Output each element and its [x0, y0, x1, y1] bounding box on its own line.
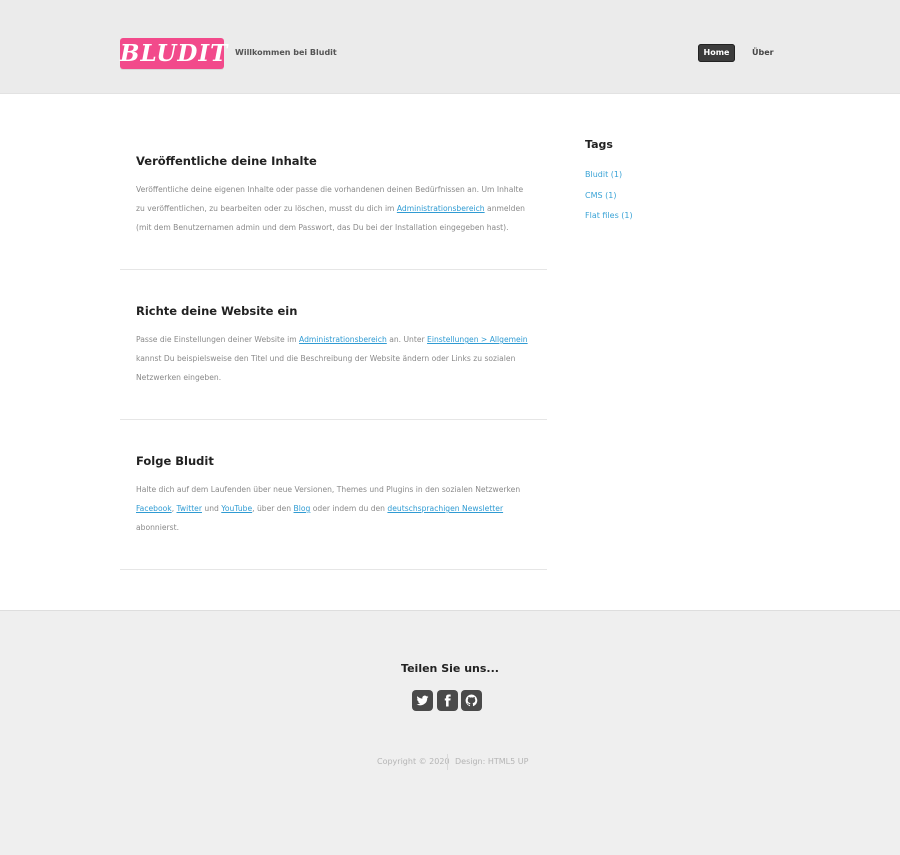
post-text: an. Unter: [386, 335, 428, 344]
post-text: oder indem du den: [310, 504, 388, 513]
post-title[interactable]: Veröffentliche deine Inhalte: [136, 154, 317, 168]
post-setup-website: Richte deine Website ein Passe die Einst…: [120, 304, 547, 420]
blog-link[interactable]: Blog: [294, 504, 311, 513]
post-text: und: [201, 504, 222, 513]
twitter-icon[interactable]: [412, 690, 433, 711]
site-tagline: Willkommen bei Bludit: [235, 48, 337, 57]
post-publish-content: Veröffentliche deine Inhalte Veröffentli…: [120, 154, 547, 270]
github-icon[interactable]: [461, 690, 482, 711]
twitter-link[interactable]: Twitter: [177, 504, 202, 513]
tag-link-flat-files[interactable]: Flat files (1): [585, 211, 633, 220]
post-text: abonnierst.: [136, 523, 179, 532]
share-title: Teilen Sie uns...: [401, 662, 499, 675]
nav-item-about[interactable]: Über: [752, 44, 774, 62]
post-text: kannst Du beispielsweise den Titel und d…: [136, 354, 516, 382]
youtube-link[interactable]: YouTube: [221, 504, 252, 513]
site-header: BLUDIT Willkommen bei Bludit Home Über: [0, 0, 900, 94]
admin-area-link[interactable]: Administrationsbereich: [299, 335, 387, 344]
post-title[interactable]: Folge Bludit: [136, 454, 214, 468]
post-body: Veröffentliche deine eigenen Inhalte ode…: [136, 180, 528, 237]
footer-divider: [447, 754, 448, 770]
post-follow-bludit: Folge Bludit Halte dich auf dem Laufende…: [120, 454, 547, 570]
newsletter-link[interactable]: deutschsprachigen Newsletter: [387, 504, 503, 513]
facebook-icon: [444, 694, 451, 707]
admin-area-link[interactable]: Administrationsbereich: [397, 204, 485, 213]
nav-item-home[interactable]: Home: [698, 44, 735, 62]
twitter-icon: [416, 695, 429, 706]
site-logo[interactable]: BLUDIT: [120, 38, 227, 69]
site-footer: Teilen Sie uns... Copyright © 2020 Desig…: [0, 610, 900, 855]
post-title[interactable]: Richte deine Website ein: [136, 304, 297, 318]
settings-general-link[interactable]: Einstellungen > Allgemein: [427, 335, 528, 344]
post-body: Halte dich auf dem Laufenden über neue V…: [136, 480, 528, 537]
copyright-text: Copyright © 2020: [377, 757, 450, 766]
facebook-link[interactable]: Facebook: [136, 504, 172, 513]
sidebar-tags-title: Tags: [585, 138, 613, 151]
design-credit-text: Design: HTML5 UP: [455, 757, 529, 766]
post-text: Halte dich auf dem Laufenden über neue V…: [136, 485, 521, 494]
github-icon: [465, 694, 478, 707]
post-text: Passe die Einstellungen deiner Website i…: [136, 335, 300, 344]
post-body: Passe die Einstellungen deiner Website i…: [136, 330, 528, 387]
tag-link-cms[interactable]: CMS (1): [585, 191, 616, 200]
facebook-icon[interactable]: [437, 690, 458, 711]
post-text: , über den: [252, 504, 294, 513]
tag-link-bludit[interactable]: Bludit (1): [585, 170, 622, 179]
